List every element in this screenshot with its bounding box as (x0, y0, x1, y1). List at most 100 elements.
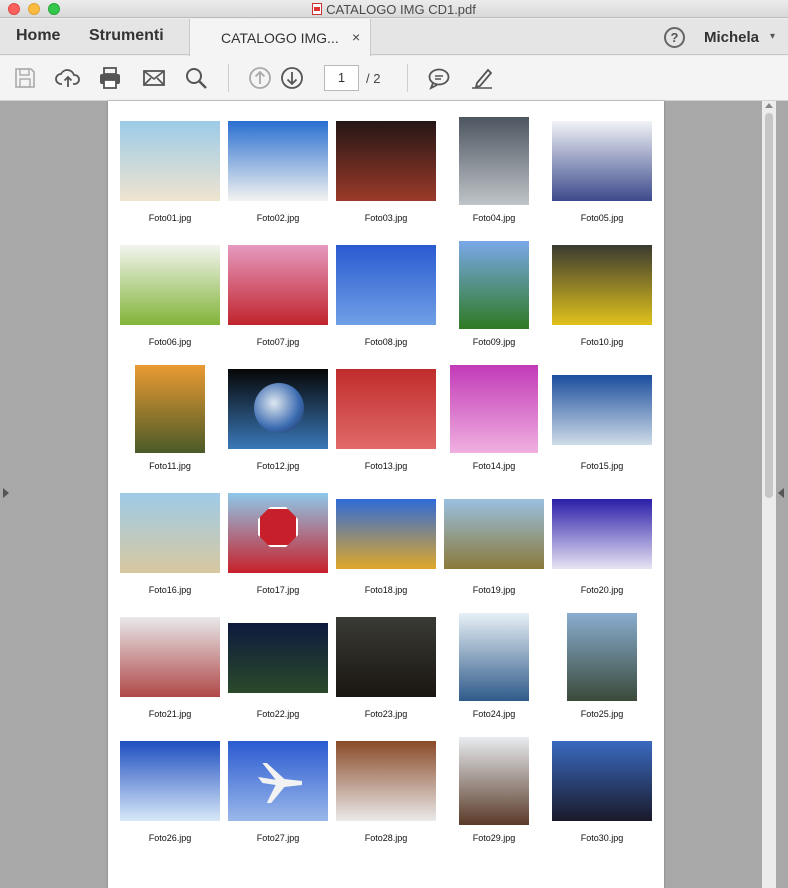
photo-thumbnail (552, 245, 652, 325)
user-account-menu[interactable]: Michela (704, 29, 759, 46)
photo-cell: Foto15.jpg (548, 369, 656, 481)
photo-thumbnail (336, 617, 436, 697)
left-panel-toggle[interactable] (3, 488, 9, 498)
photo-cell: Foto13.jpg (332, 369, 440, 481)
photo-cell: Foto16.jpg (116, 493, 224, 605)
photo-caption: Foto30.jpg (580, 833, 624, 843)
chevron-down-icon[interactable]: ▾ (770, 31, 775, 42)
photo-thumbnail (228, 493, 328, 573)
photo-caption: Foto04.jpg (472, 213, 516, 223)
photo-caption: Foto27.jpg (256, 833, 300, 843)
photo-cell: Foto24.jpg (440, 613, 548, 729)
prev-page-icon[interactable] (247, 65, 273, 91)
tab-home[interactable]: Home (16, 27, 60, 45)
right-panel-toggle[interactable] (778, 488, 784, 498)
scroll-up-arrow[interactable] (765, 103, 773, 108)
photo-cell: Foto01.jpg (116, 121, 224, 233)
document-tab-label: CATALOGO IMG... (221, 30, 339, 46)
photo-thumbnail (120, 245, 220, 325)
photo-cell: Foto12.jpg (224, 369, 332, 481)
photo-cell: Foto09.jpg (440, 241, 548, 357)
photo-cell: Foto18.jpg (332, 493, 440, 605)
photo-thumbnail (459, 613, 529, 701)
photo-caption: Foto13.jpg (364, 461, 408, 471)
photo-caption: Foto29.jpg (472, 833, 516, 843)
photo-caption: Foto06.jpg (148, 337, 192, 347)
close-tab-button[interactable]: × (352, 29, 360, 45)
photo-caption: Foto12.jpg (256, 461, 300, 471)
photo-cell: Foto22.jpg (224, 617, 332, 729)
photo-cell: Foto30.jpg (548, 741, 656, 853)
photo-cell: Foto19.jpg (440, 493, 548, 605)
photo-caption: Foto24.jpg (472, 709, 516, 719)
save-icon[interactable] (12, 65, 38, 91)
photo-thumbnail (120, 617, 220, 697)
photo-caption: Foto25.jpg (580, 709, 624, 719)
photo-cell: Foto28.jpg (332, 741, 440, 853)
page-total: / 2 (366, 71, 381, 86)
photo-caption: Foto07.jpg (256, 337, 300, 347)
photo-thumbnail (336, 369, 436, 449)
toolbar-divider (228, 64, 229, 92)
photo-thumbnail (120, 493, 220, 573)
photo-cell: Foto14.jpg (440, 365, 548, 481)
photo-cell: Foto02.jpg (224, 121, 332, 233)
photo-caption: Foto05.jpg (580, 213, 624, 223)
photo-thumbnail (228, 121, 328, 201)
sign-icon[interactable] (469, 65, 495, 91)
search-icon[interactable] (183, 65, 209, 91)
photo-caption: Foto09.jpg (472, 337, 516, 347)
photo-thumbnail (228, 623, 328, 693)
photo-cell: Foto11.jpg (116, 365, 224, 481)
photo-caption: Foto14.jpg (472, 461, 516, 471)
photo-cell: Foto17.jpg (224, 493, 332, 605)
photo-caption: Foto28.jpg (364, 833, 408, 843)
tab-bar: Home Strumenti CATALOGO IMG... × ? Miche… (0, 19, 788, 56)
photo-caption: Foto10.jpg (580, 337, 624, 347)
photo-thumbnail (336, 499, 436, 569)
photo-thumbnail (135, 365, 205, 453)
window-title: CATALOGO IMG CD1.pdf (0, 2, 788, 17)
photo-thumbnail (120, 741, 220, 821)
comment-icon[interactable] (426, 65, 452, 91)
stop-sign-shape (258, 507, 298, 547)
photo-caption: Foto26.jpg (148, 833, 192, 843)
tab-tools[interactable]: Strumenti (89, 27, 164, 45)
pdf-file-icon (312, 3, 323, 15)
print-icon[interactable] (97, 65, 123, 91)
photo-cell: Foto04.jpg (440, 117, 548, 233)
photo-thumbnail (336, 245, 436, 325)
photo-thumbnail (459, 117, 529, 205)
photo-caption: Foto19.jpg (472, 585, 516, 595)
photo-thumbnail (336, 741, 436, 821)
next-page-icon[interactable] (279, 65, 305, 91)
photo-thumbnail (228, 369, 328, 449)
tab-document[interactable]: CATALOGO IMG... × (189, 19, 371, 56)
help-button[interactable]: ? (664, 27, 685, 48)
photo-thumbnail (450, 365, 538, 453)
photo-caption: Foto21.jpg (148, 709, 192, 719)
photo-thumbnail (567, 613, 637, 701)
photo-cell: Foto10.jpg (548, 245, 656, 357)
mail-icon[interactable] (141, 65, 167, 91)
photo-thumbnail (459, 241, 529, 329)
photo-cell: Foto07.jpg (224, 245, 332, 357)
globe-shape (254, 383, 304, 433)
scroll-thumb[interactable] (765, 113, 773, 498)
photo-thumbnail (444, 499, 544, 569)
photo-cell: Foto08.jpg (332, 245, 440, 357)
vertical-scrollbar[interactable] (762, 101, 776, 888)
photo-thumbnail (120, 121, 220, 201)
airplane-shape (258, 763, 302, 803)
photo-cell: Foto05.jpg (548, 121, 656, 233)
photo-caption: Foto17.jpg (256, 585, 300, 595)
upload-icon[interactable] (55, 65, 81, 91)
page-number-input[interactable]: 1 (324, 65, 359, 91)
photo-thumbnail (552, 121, 652, 201)
toolbar-divider (407, 64, 408, 92)
window-title-bar: CATALOGO IMG CD1.pdf (0, 0, 788, 18)
photo-caption: Foto02.jpg (256, 213, 300, 223)
document-viewport[interactable]: Foto01.jpg Foto02.jpg Foto03.jpg Foto04.jpg… (0, 101, 788, 888)
photo-caption: Foto16.jpg (148, 585, 192, 595)
photo-caption: Foto18.jpg (364, 585, 408, 595)
